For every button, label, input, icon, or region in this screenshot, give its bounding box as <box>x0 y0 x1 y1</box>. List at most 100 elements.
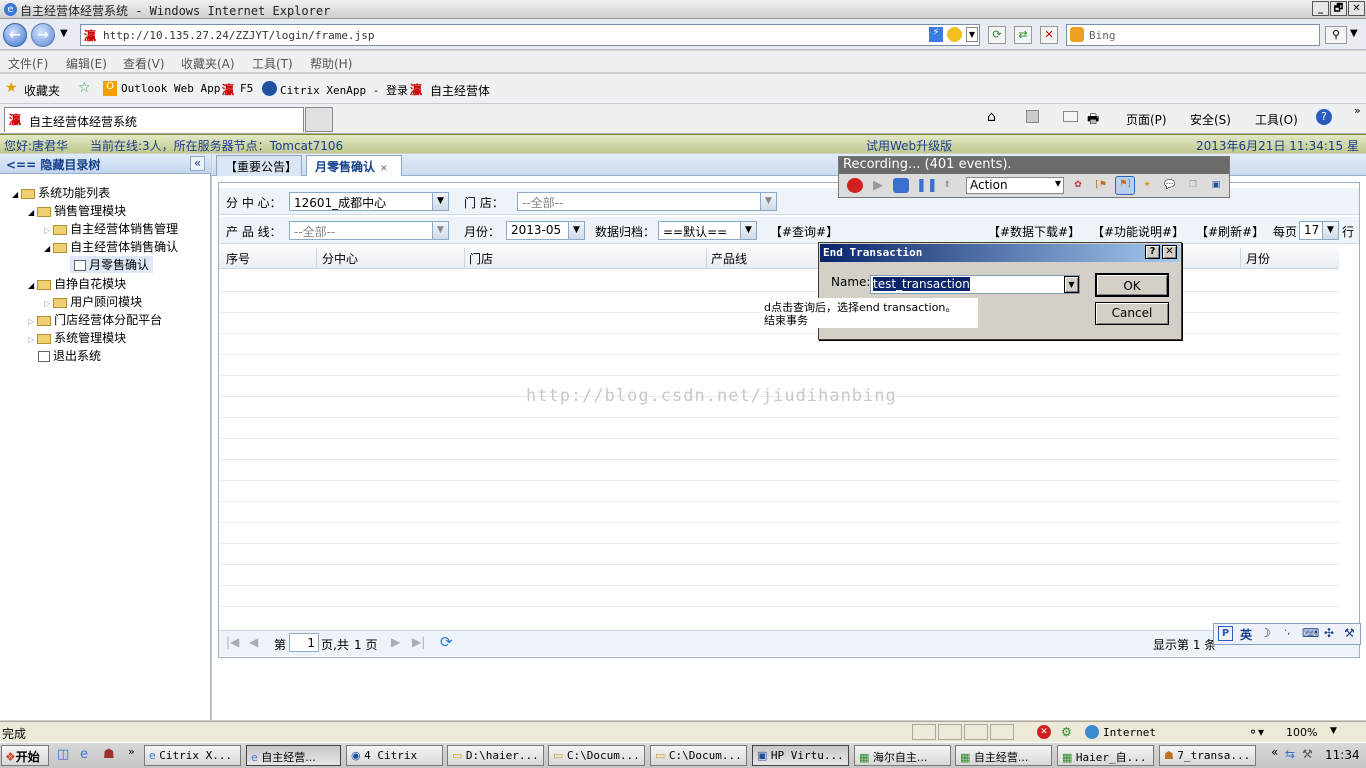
hide-tree-link[interactable]: <== 隐藏目录树 <box>6 156 100 173</box>
restore-button[interactable]: 🗗 <box>1330 1 1347 16</box>
product-select[interactable]: --全部-- ▼ <box>289 221 449 240</box>
ime-halfwidth-icon[interactable]: ☽ <box>1260 626 1271 640</box>
history-dropdown-icon[interactable]: ▼ <box>60 28 68 39</box>
reload-grid-icon[interactable]: ⟳ <box>440 633 453 651</box>
ime-punct-icon[interactable]: ·, <box>1284 626 1290 637</box>
collapse-sidebar-button[interactable]: « <box>190 156 205 171</box>
tab-monthly-retail[interactable]: 月零售确认 ✕ <box>306 155 402 176</box>
menu-favorites[interactable]: 收藏夹(A) <box>181 55 235 72</box>
tray-expand-icon[interactable]: « <box>1271 745 1278 759</box>
chevron-down-icon[interactable]: ▼ <box>1064 276 1079 293</box>
expand-icon[interactable]: ◢ <box>12 190 18 199</box>
expand-icon[interactable]: ◢ <box>28 281 34 290</box>
tray-tool-icon[interactable]: ⚒ <box>1302 747 1313 761</box>
sidebar-tree-item-system[interactable]: ◢ 系统功能列表 <box>12 184 110 201</box>
expand-icon[interactable]: ◢ <box>44 244 50 253</box>
dialog-close-button[interactable]: ✕ <box>1162 245 1177 259</box>
dialog-help-button[interactable]: ? <box>1145 245 1160 259</box>
archive-select[interactable]: ==默认== ▼ <box>658 221 757 240</box>
refresh-icon[interactable]: ⇄ <box>1014 26 1032 44</box>
rendezvous-star-icon[interactable]: ✦ <box>1139 178 1155 193</box>
tab-announcement[interactable]: 【重要公告】 <box>216 155 302 176</box>
page-input[interactable]: 1 <box>289 633 319 652</box>
transaction-name-combo[interactable]: test_transaction ▼ <box>870 275 1080 294</box>
month-select[interactable]: 2013-05 ▼ <box>506 221 585 240</box>
sidebar-tree-item-sales[interactable]: ◢ 销售管理模块 <box>28 202 126 219</box>
ime-tools-icon[interactable]: ✣ <box>1324 626 1334 640</box>
quicklaunch-ie-icon[interactable]: e <box>80 747 88 762</box>
comment-icon[interactable]: 💬 <box>1162 178 1178 193</box>
task-zzjyt[interactable]: e 自主经营... <box>246 745 341 766</box>
start-button[interactable]: ❖开始 <box>1 745 49 766</box>
protected-mode-icon[interactable]: ⚙ <box>1061 725 1072 739</box>
menu-tools[interactable]: 工具(T) <box>252 55 293 72</box>
record-icon[interactable] <box>847 178 863 193</box>
zoom-level[interactable]: 100% <box>1286 726 1317 739</box>
upgrade-link[interactable]: 试用Web升级版 <box>866 137 952 154</box>
ime-mode[interactable]: 英 <box>1240 626 1252 643</box>
sidebar-tree-item-store-alloc[interactable]: ▷ 门店经营体分配平台 <box>28 311 162 328</box>
menu-file[interactable]: 文件(F) <box>8 55 48 72</box>
action-select[interactable]: Action ▼ <box>966 177 1064 194</box>
safety-menu[interactable]: 安全(S) <box>1190 111 1231 128</box>
ime-logo-icon[interactable]: P <box>1218 626 1233 641</box>
download-button[interactable]: 【#数据下载#】 <box>988 223 1080 240</box>
stop-icon[interactable] <box>893 178 909 193</box>
ok-button[interactable]: OK <box>1095 273 1169 297</box>
col-index[interactable]: 序号 <box>226 250 250 267</box>
menu-help[interactable]: 帮助(H) <box>310 55 352 72</box>
page-menu[interactable]: 页面(P) <box>1126 111 1167 128</box>
compatibility-icon[interactable]: ⟳ <box>988 26 1006 44</box>
sidebar-tree-item-sys-mgmt[interactable]: ▷ 系统管理模块 <box>28 329 126 346</box>
task-citrix-group[interactable]: ◉ 4 Citrix <box>346 745 443 766</box>
address-dropdown-icon[interactable]: ▼ <box>966 27 978 42</box>
search-box[interactable]: Bing <box>1066 24 1320 46</box>
text-check-icon[interactable]: ▣ <box>1208 178 1224 193</box>
rendezvous-icon[interactable]: ✿ <box>1070 178 1086 193</box>
mail-icon[interactable] <box>1063 111 1078 122</box>
task-transaction[interactable]: ☗ 7_transa... <box>1159 745 1256 766</box>
sidebar-tree-item-sales-confirm[interactable]: ◢ 自主经营体销售确认 <box>44 238 178 255</box>
back-button[interactable]: ← <box>3 23 27 47</box>
feeds-icon[interactable] <box>1026 110 1039 123</box>
address-bar[interactable]: 灜 http://10.135.27.24/ZZJYT/login/frame.… <box>80 24 980 46</box>
task-hp-vugen[interactable]: ▣ HP Virtu... <box>752 745 849 766</box>
refresh-button[interactable]: 【#刷新#】 <box>1196 223 1264 240</box>
quicklaunch-desktop-icon[interactable]: ◫ <box>57 747 69 762</box>
per-page-select[interactable]: 17 ▼ <box>1299 221 1339 240</box>
prev-page-icon[interactable]: ◀ <box>249 635 258 649</box>
col-store[interactable]: 门店 <box>469 250 493 267</box>
zoom-lock-icon[interactable]: ⚬▾ <box>1248 725 1264 739</box>
search-icon[interactable]: ⚲ <box>1325 26 1347 44</box>
expand-icon[interactable]: ◢ <box>28 208 34 217</box>
expand-icon[interactable]: ▷ <box>28 317 34 326</box>
fav-outlook[interactable]: Outlook Web App <box>121 82 220 95</box>
forward-button[interactable]: → <box>31 23 55 47</box>
end-transaction-icon[interactable]: ⚑] <box>1115 176 1135 195</box>
sidebar-tree-item-monthly-retail[interactable]: 月零售确认 <box>70 256 154 273</box>
expand-icon[interactable]: ▷ <box>28 335 34 344</box>
quicklaunch-app-icon[interactable]: ☗ <box>103 747 115 762</box>
sidebar-tree-item-consultant[interactable]: ▷ 用户顾问模块 <box>44 293 142 310</box>
compat-view-icon[interactable]: ⚡ <box>929 27 943 42</box>
expand-icon[interactable]: ▷ <box>44 226 50 235</box>
menu-edit[interactable]: 编辑(E) <box>66 55 107 72</box>
favorites-button[interactable]: 收藏夹 <box>24 82 60 99</box>
store-select[interactable]: --全部-- ▼ <box>517 192 777 211</box>
col-month[interactable]: 月份 <box>1246 250 1270 267</box>
task-folder-docs-2[interactable]: ▭ C:\Docum... <box>650 745 747 766</box>
zoom-dropdown-icon[interactable]: ▼ <box>1330 726 1337 736</box>
ime-settings-icon[interactable]: ⚒ <box>1344 626 1355 640</box>
close-window-button[interactable]: ✕ <box>1348 1 1365 16</box>
ime-keyboard-icon[interactable]: ⌨ <box>1302 626 1319 640</box>
sidebar-tree-item-sales-mgmt[interactable]: ▷ 自主经营体销售管理 <box>44 220 178 237</box>
copy-icon[interactable]: ❐ <box>1185 178 1201 193</box>
home-icon[interactable]: ⌂ <box>987 109 996 125</box>
next-page-icon[interactable]: ▶ <box>391 635 400 649</box>
task-folder-docs-1[interactable]: ▭ C:\Docum... <box>548 745 645 766</box>
fav-zzjyt[interactable]: 自主经营体 <box>430 82 490 99</box>
search-options-icon[interactable]: ▼ <box>1350 28 1358 39</box>
task-haier-excel[interactable]: ▦ 海尔自主... <box>854 745 951 766</box>
chevron-more-icon[interactable]: » <box>1354 104 1361 117</box>
start-transaction-icon[interactable]: [⚑ <box>1093 178 1109 193</box>
